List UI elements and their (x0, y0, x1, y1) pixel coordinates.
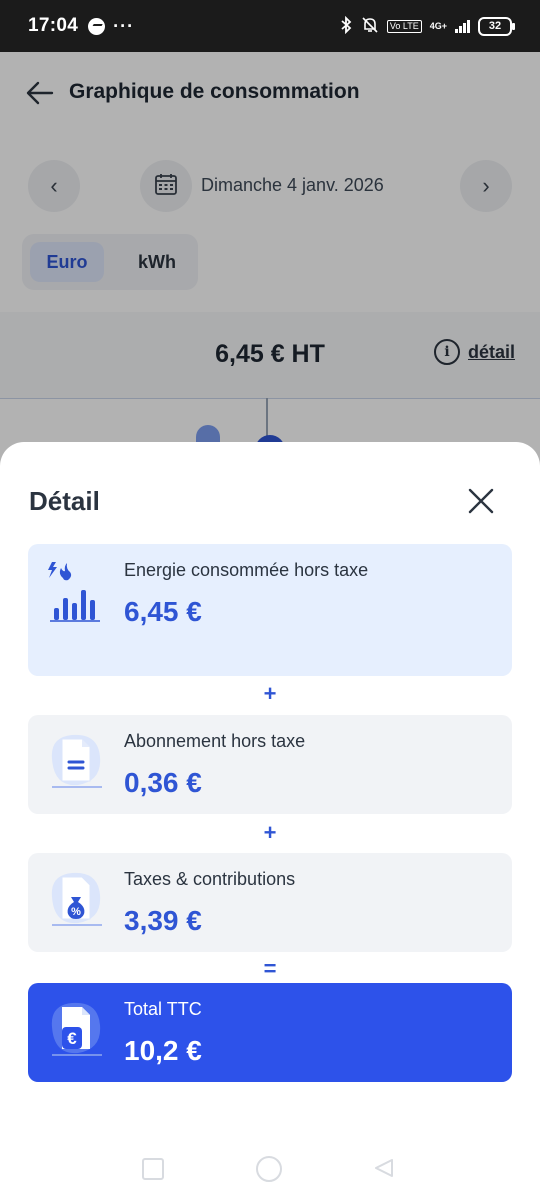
plus-operator: + (263, 681, 277, 706)
subscription-label: Abonnement hors taxe (124, 731, 306, 751)
bluetooth-icon (339, 15, 353, 37)
equals-operator: = (263, 956, 277, 981)
messenger-icon (88, 17, 106, 35)
energy-card: Energie consommée hors taxe 6,45 € (28, 544, 512, 676)
total-label: Total TTC (124, 999, 202, 1019)
more-notifications-icon: ··· (113, 15, 135, 36)
mute-bell-icon (361, 16, 379, 37)
volte-icon: Vo LTE (386, 19, 422, 33)
energy-chart-icon (46, 558, 108, 624)
svg-text:€: € (67, 1029, 77, 1048)
total-card: € Total TTC 10,2 € (28, 983, 512, 1082)
home-icon[interactable] (256, 1156, 282, 1182)
tax-percent-icon: % (46, 867, 108, 933)
system-nav-bar (0, 1140, 540, 1200)
status-time: 17:04 (28, 15, 79, 36)
back-icon[interactable] (372, 1156, 396, 1180)
document-icon (46, 729, 108, 795)
battery-icon: 32 (478, 16, 515, 36)
svg-text:%: % (71, 906, 81, 918)
taxes-label: Taxes & contributions (124, 869, 296, 889)
total-value: 10,2 € (124, 1035, 202, 1066)
network-type: 4G+ (429, 20, 447, 31)
subscription-value: 0,36 € (124, 767, 202, 798)
close-icon[interactable] (466, 486, 496, 516)
energy-label: Energie consommée hors taxe (124, 560, 369, 580)
detail-bottom-sheet: Détail Energie consommée hors taxe 6,45 … (0, 442, 540, 1200)
signal-icon (455, 19, 470, 33)
euro-document-icon: € (46, 997, 108, 1063)
plus-operator-2: + (263, 820, 277, 845)
recent-apps-icon[interactable] (142, 1158, 164, 1180)
status-bar: 17:04 ··· Vo LTE 4G+ 32 (0, 0, 540, 52)
taxes-value: 3,39 € (124, 905, 202, 936)
sheet-title: Détail (29, 486, 100, 516)
energy-value: 6,45 € (124, 596, 202, 627)
taxes-card: % Taxes & contributions 3,39 € (28, 853, 512, 952)
subscription-card: Abonnement hors taxe 0,36 € (28, 715, 512, 814)
